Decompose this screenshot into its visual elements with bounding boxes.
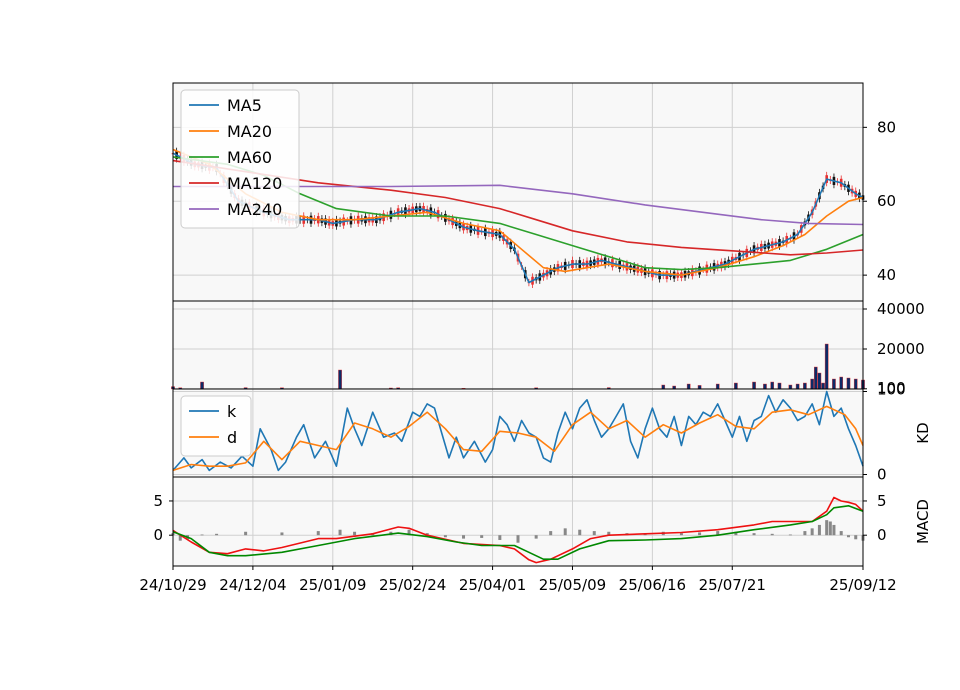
volume-bar — [817, 372, 822, 390]
macd-histogram-bar — [832, 524, 836, 536]
panel-macd: 0 5 0 5 MACD — [153, 476, 932, 567]
volume-bar — [777, 382, 782, 390]
x-tick-label: 25/06/16 — [619, 576, 686, 594]
panel-volume: 100 20000 40000 — [171, 300, 925, 397]
legend-box — [180, 395, 252, 457]
macd-histogram-bar — [770, 533, 774, 536]
volume-bar — [839, 376, 844, 390]
volume-bar — [795, 383, 800, 390]
y-tick-label: 40000 — [877, 300, 925, 318]
macd-histogram-bar — [592, 531, 596, 536]
macd-histogram-bar — [353, 531, 357, 536]
legend-label: MA120 — [227, 174, 282, 193]
y-tick-label: 100 — [877, 380, 906, 398]
x-tick-label: 25/05/09 — [539, 576, 606, 594]
panel-background — [173, 301, 863, 389]
macd-histogram-bar — [752, 533, 756, 536]
legend-label: k — [227, 402, 237, 421]
macd-histogram-bar — [215, 533, 219, 536]
macd-histogram-bar — [549, 531, 553, 536]
panel-kd: 0 100 KD kd — [172, 380, 932, 484]
y-tick-label-left: 5 — [153, 492, 163, 510]
y-tick-label: 60 — [877, 192, 896, 210]
y-tick-label: 0 — [877, 466, 887, 484]
macd-histogram-bar — [443, 535, 447, 538]
macd-histogram-bar — [498, 535, 502, 540]
macd-histogram-bar — [825, 520, 829, 536]
chart-panels: 40 60 80 MA5 MA20 MA60 MA120 MA240 100 20000 40000… — [153, 82, 932, 567]
macd-histogram-bar — [803, 531, 807, 536]
macd-histogram-bar — [828, 521, 832, 536]
volume-bar — [821, 382, 825, 390]
volume-bar — [686, 383, 691, 390]
volume-bar — [832, 378, 836, 390]
macd-histogram-bar — [698, 532, 702, 536]
y-tick-label: 0 — [877, 526, 887, 544]
macd-histogram-bar — [679, 533, 683, 536]
y-tick-label: 5 — [877, 492, 887, 510]
volume-bar — [200, 381, 204, 390]
macd-histogram-bar — [788, 534, 792, 536]
x-tick-label: 25/07/21 — [699, 576, 766, 594]
volume-bar — [846, 377, 851, 390]
y-tick-label: 80 — [877, 118, 896, 136]
legend-label: MA240 — [227, 200, 282, 219]
volume-bar — [803, 382, 807, 390]
legend-label: MA60 — [227, 148, 272, 167]
volume-bar — [338, 369, 342, 390]
x-tick-label: 25/01/09 — [299, 576, 366, 594]
macd-histogram-bar — [534, 535, 538, 539]
x-tick-label: 25/09/12 — [829, 576, 896, 594]
x-tick-label: 25/04/01 — [459, 576, 526, 594]
y-tick-label-left: 0 — [153, 526, 163, 544]
macd-histogram-bar — [817, 524, 821, 536]
macd-histogram-bar — [563, 528, 567, 536]
volume-bar — [697, 385, 702, 390]
volume-bar — [763, 383, 767, 390]
stock-chart: 40 60 80 MA5 MA20 MA60 MA120 MA240 100 20000 40000… — [0, 0, 960, 690]
panel-price: 40 60 80 MA5 MA20 MA60 MA120 MA240 — [171, 82, 896, 302]
volume-bar — [810, 378, 814, 390]
x-tick-label: 25/02/24 — [379, 576, 446, 594]
volume-bar — [770, 381, 775, 390]
macd-histogram-bar — [578, 529, 582, 536]
legend-label: MA20 — [227, 122, 272, 141]
y-tick-label: 40 — [877, 266, 896, 284]
macd-histogram-bar — [810, 528, 814, 536]
macd-histogram-bar — [338, 529, 342, 536]
x-tick-label: 24/10/29 — [139, 576, 206, 594]
volume-bar — [715, 383, 720, 390]
volume-bar — [853, 378, 858, 390]
volume-bar — [661, 384, 666, 390]
y-axis-label: MACD — [914, 499, 932, 544]
macd-histogram-bar — [316, 531, 320, 536]
volume-bar — [752, 381, 756, 390]
macd-histogram-bar — [854, 535, 858, 540]
y-tick-label: 20000 — [877, 340, 925, 358]
macd-histogram-bar — [480, 535, 484, 538]
legend-label: d — [227, 428, 237, 447]
macd-histogram-bar — [200, 534, 204, 536]
volume-bar — [824, 343, 829, 390]
legend-label: MA5 — [227, 96, 262, 115]
volume-bar — [788, 384, 793, 390]
x-tick-label: 24/12/04 — [219, 576, 286, 594]
macd-histogram-bar — [280, 532, 284, 536]
volume-bar — [813, 366, 818, 390]
macd-histogram-bar — [846, 535, 850, 538]
macd-histogram-bar — [516, 535, 520, 543]
macd-histogram-bar — [244, 531, 248, 536]
macd-histogram-bar — [839, 531, 843, 536]
volume-bar — [734, 382, 738, 390]
y-axis-label: KD — [914, 422, 932, 443]
macd-histogram-bar — [462, 535, 466, 539]
